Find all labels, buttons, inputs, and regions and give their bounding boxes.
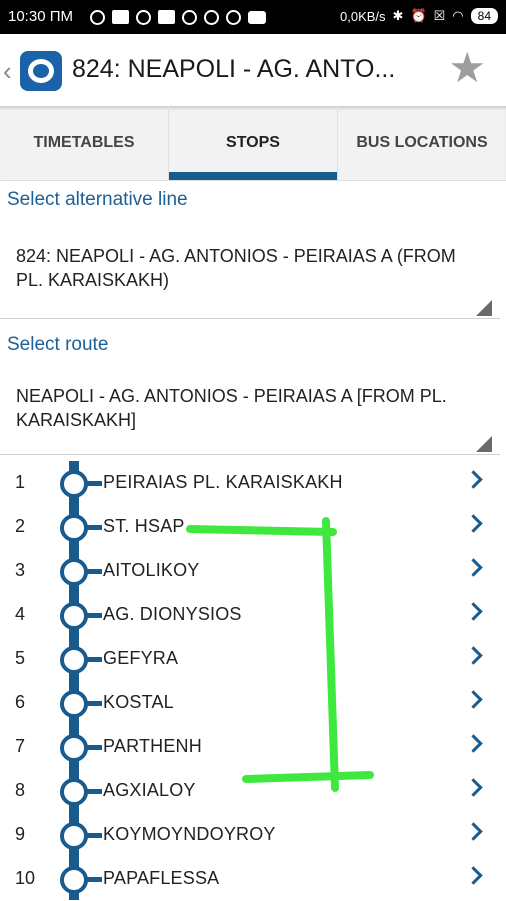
news-app-icon: [158, 10, 175, 24]
stop-name: AG. DIONYSIOS: [103, 604, 242, 624]
stop-number: 9: [15, 824, 26, 844]
chevron-right-icon[interactable]: [464, 470, 483, 489]
stop-node-icon: [60, 778, 88, 806]
chevron-right-icon[interactable]: [464, 866, 483, 885]
tab-bar: TIMETABLES STOPS BUS LOCATIONS: [0, 106, 506, 181]
line-select-label: Select alternative line: [7, 189, 188, 210]
stop-number: 5: [15, 648, 26, 668]
stop-name: ST. HSAP: [103, 516, 185, 536]
stop-node-icon: [60, 646, 88, 674]
stop-name: AGXIALOY: [103, 780, 196, 800]
viber-icon: [90, 9, 105, 25]
line-select-dropdown[interactable]: 824: NEAPOLI - AG. ANTONIOS - PEIRAIAS A…: [0, 230, 500, 319]
chevron-left-icon[interactable]: ‹: [3, 56, 12, 87]
stop-row[interactable]: 2 ST. HSAP: [0, 505, 506, 549]
tab-timetables[interactable]: TIMETABLES: [0, 106, 168, 180]
line-select-value: 824: NEAPOLI - AG. ANTONIOS - PEIRAIAS A…: [16, 246, 456, 290]
stop-name: GEFYRA: [103, 648, 179, 668]
stop-row[interactable]: 4 AG. DIONYSIOS: [0, 593, 506, 637]
stop-node-icon: [60, 602, 88, 630]
stop-node-icon: [60, 514, 88, 542]
stop-row[interactable]: 5 GEFYRA: [0, 637, 506, 681]
route-select-label: Select route: [7, 334, 109, 355]
stop-node-icon: [60, 822, 88, 850]
notification-icons: [90, 8, 266, 26]
alarm-icon: ⏰: [410, 8, 427, 23]
stop-node-icon: [60, 866, 88, 894]
network-speed: 0,0KB/s: [340, 8, 386, 24]
status-time: 10:30 ПМ: [8, 8, 73, 25]
stop-row[interactable]: 1 PEIRAIAS PL. KARAISKAKH: [0, 461, 506, 505]
tab-bus-locations[interactable]: BUS LOCATIONS: [337, 106, 506, 180]
chevron-right-icon[interactable]: [464, 690, 483, 709]
sim-icon: ☒: [433, 8, 446, 23]
stop-number: 1: [15, 472, 26, 492]
route-select-value: NEAPOLI - AG. ANTONIOS - PEIRAIAS A [FRO…: [16, 386, 447, 430]
stop-node-icon: [60, 470, 88, 498]
wifi-icon: ◠: [452, 8, 464, 23]
chevron-right-icon[interactable]: [464, 778, 483, 797]
bluetooth-icon: ✱: [392, 8, 404, 23]
chevron-right-icon[interactable]: [464, 602, 483, 621]
stop-number: 7: [15, 736, 26, 756]
stop-number: 2: [15, 516, 26, 536]
stop-row[interactable]: 9 KOYMOYNDOYROY: [0, 813, 506, 857]
chevron-right-icon[interactable]: [464, 734, 483, 753]
stop-node-icon: [60, 690, 88, 718]
chevron-right-icon[interactable]: [464, 558, 483, 577]
dropdown-arrow-icon: [476, 300, 492, 316]
chrome-icon: [182, 9, 197, 25]
chrome-icon: [204, 9, 219, 25]
stop-row[interactable]: 8 AGXIALOY: [0, 769, 506, 813]
stop-number: 4: [15, 604, 26, 624]
tab-stops[interactable]: STOPS: [168, 106, 337, 180]
stop-row[interactable]: 3 AITOLIKOY: [0, 549, 506, 593]
stop-number: 8: [15, 780, 26, 800]
stop-name: PARTHENH: [103, 736, 202, 756]
chevron-right-icon[interactable]: [464, 822, 483, 841]
stop-name: PAPAFLESSA: [103, 868, 220, 888]
news-app-icon: [112, 10, 129, 24]
dropdown-arrow-icon: [476, 436, 492, 452]
battery-icon: 84: [470, 8, 498, 24]
route-select-dropdown[interactable]: NEAPOLI - AG. ANTONIOS - PEIRAIAS A [FRO…: [0, 370, 500, 455]
chevron-right-icon[interactable]: [464, 514, 483, 533]
stop-name: AITOLIKOY: [103, 560, 200, 580]
chevron-right-icon[interactable]: [464, 646, 483, 665]
stop-node-icon: [60, 734, 88, 762]
stop-number: 6: [15, 692, 26, 712]
stop-name: KOSTAL: [103, 692, 174, 712]
stop-number: 3: [15, 560, 26, 580]
stop-row[interactable]: 6 KOSTAL: [0, 681, 506, 725]
chrome-icon: [226, 9, 241, 25]
app-bar: ‹ 824: NEAPOLI - AG. ANTO... ★: [0, 34, 506, 106]
stop-number: 10: [15, 868, 36, 888]
stop-row[interactable]: 10 PAPAFLESSA: [0, 857, 506, 901]
status-bar: 10:30 ПМ 0,0KB/s ✱ ⏰ ☒ ◠ 84: [0, 0, 506, 34]
stop-row[interactable]: 7 PARTHENH: [0, 725, 506, 769]
system-indicators: 0,0KB/s ✱ ⏰ ☒ ◠ 84: [340, 8, 498, 24]
chrome-icon: [136, 9, 151, 25]
stop-name: PEIRAIAS PL. KARAISKAKH: [103, 472, 343, 492]
stop-node-icon: [60, 558, 88, 586]
oasa-logo-icon[interactable]: [20, 51, 62, 91]
star-icon[interactable]: ★: [448, 44, 486, 92]
page-title: 824: NEAPOLI - AG. ANTO...: [72, 55, 396, 83]
youtube-icon: [248, 10, 266, 24]
stop-name: KOYMOYNDOYROY: [103, 824, 276, 844]
